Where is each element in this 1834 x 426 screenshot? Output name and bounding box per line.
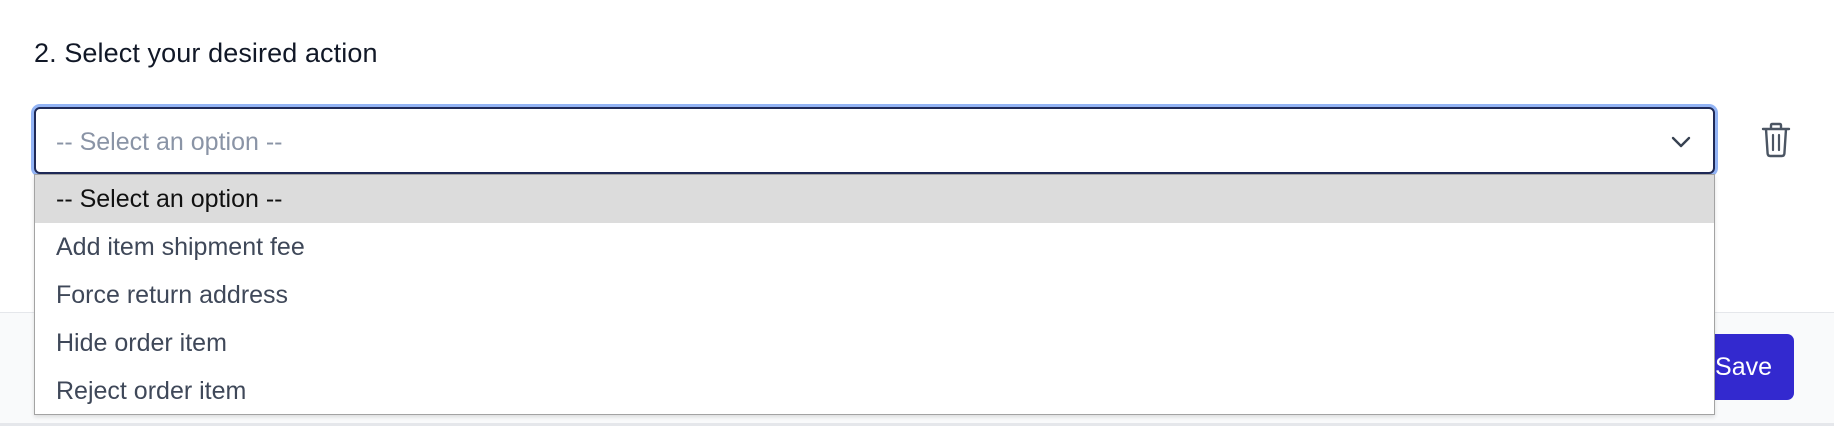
action-select-value: -- Select an option -- — [56, 128, 283, 156]
option-hide-order-item[interactable]: Hide order item — [35, 319, 1714, 367]
rule-action-page: 2. Select your desired action -- Select … — [0, 0, 1834, 426]
option-reject-order-item[interactable]: Reject order item — [35, 367, 1714, 415]
chevron-down-icon — [1671, 136, 1691, 148]
step-title: 2. Select your desired action — [34, 38, 378, 68]
action-select[interactable]: -- Select an option -- — [34, 107, 1715, 174]
option-placeholder[interactable]: -- Select an option -- — [35, 175, 1714, 223]
trash-icon[interactable] — [1760, 122, 1792, 158]
action-options-list: -- Select an option -- Add item shipment… — [34, 174, 1715, 415]
option-force-return-address[interactable]: Force return address — [35, 271, 1714, 319]
option-add-item-shipment-fee[interactable]: Add item shipment fee — [35, 223, 1714, 271]
